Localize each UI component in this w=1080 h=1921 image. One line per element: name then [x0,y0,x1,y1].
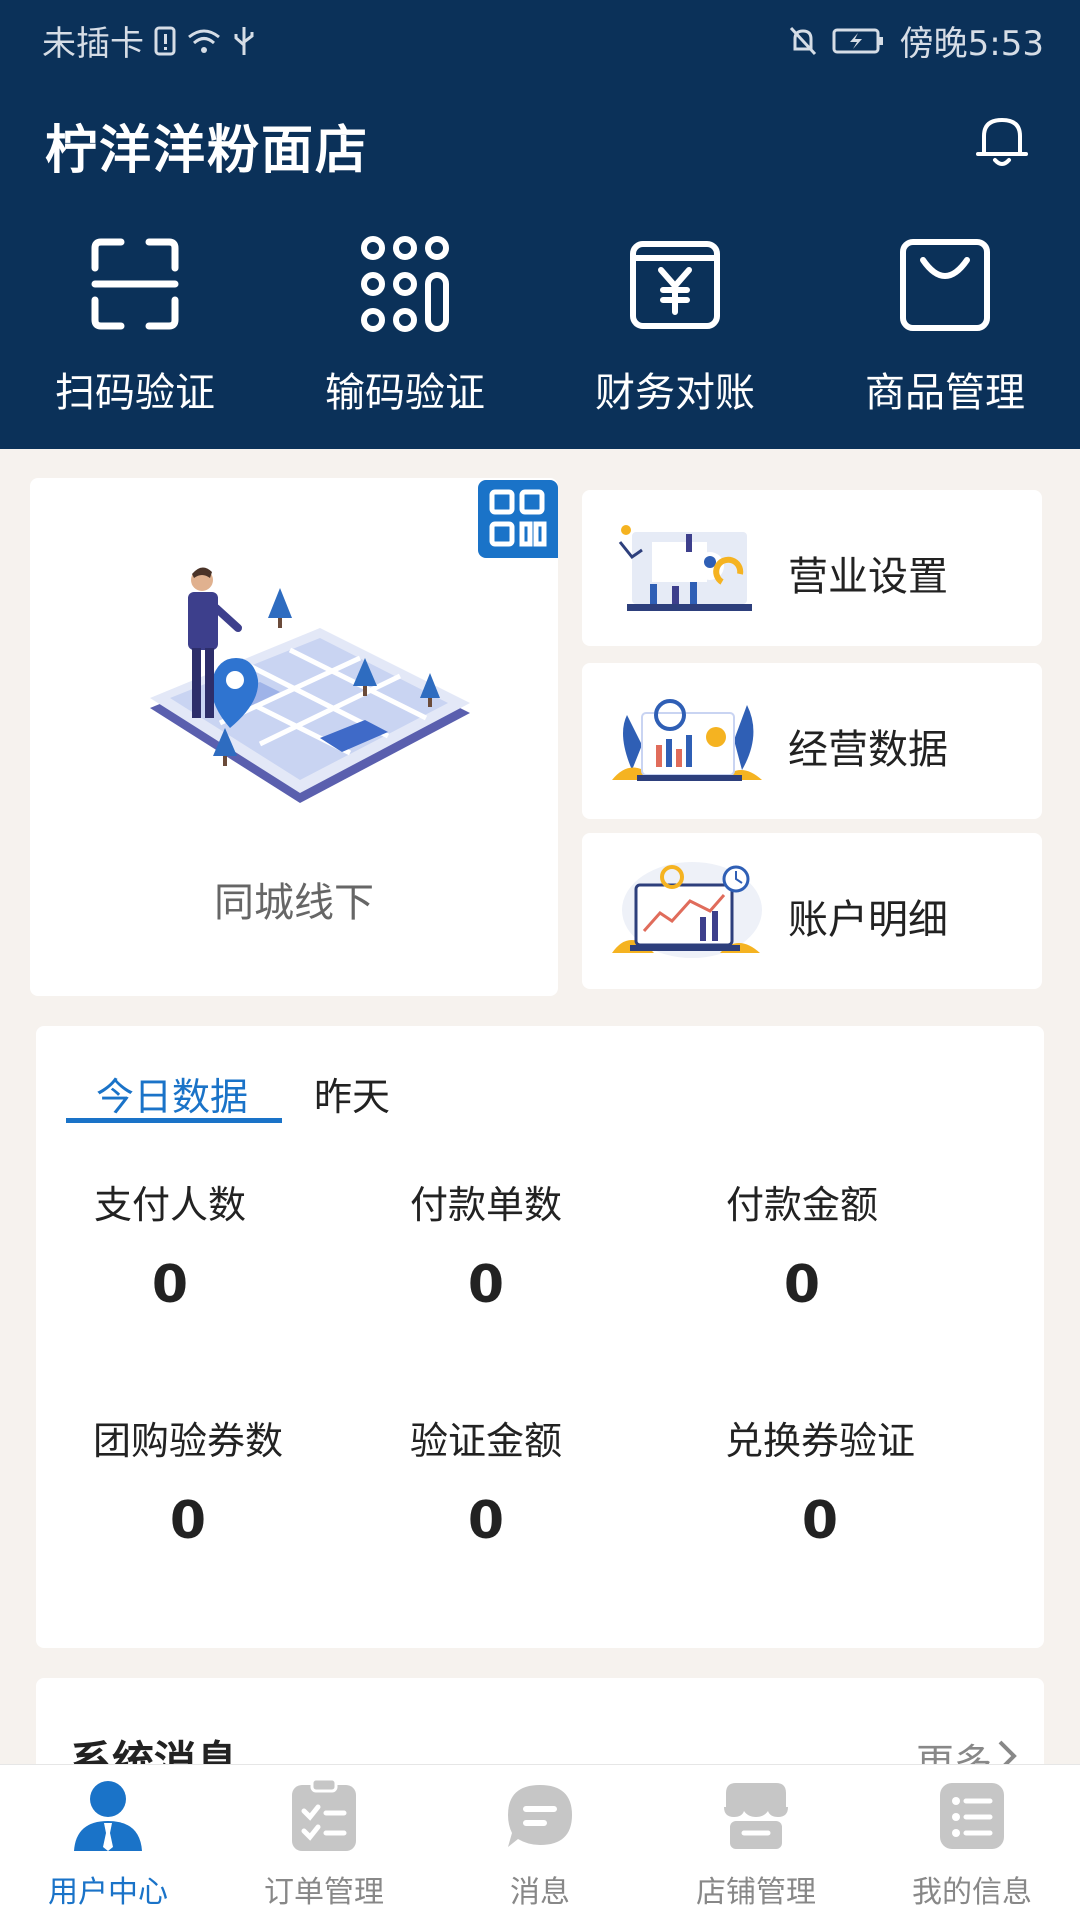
nav-user-center[interactable]: 用户中心 [0,1765,216,1921]
stat-label: 支付人数 [93,1183,246,1227]
scan-icon [91,238,179,330]
stat-value: 0 [467,1491,505,1551]
stat-value: 0 [801,1491,839,1551]
quick-scan-verify[interactable]: 扫码验证 [35,234,235,418]
offline-city-card[interactable]: 同城线下 [30,478,558,996]
nav-order-management-label: 订单管理 [264,1875,384,1910]
store-icon [724,1783,788,1849]
status-time: 傍晚5:53 [899,24,1044,64]
business-data-illustration [612,699,762,781]
offline-city-label: 同城线下 [214,880,374,926]
business-settings-card[interactable]: 营业设置 [582,490,1042,646]
tab-yesterday[interactable]: 昨天 [314,1066,390,1121]
chat-bubble-icon [508,1785,572,1847]
account-details-card[interactable]: 账户明细 [582,833,1042,989]
quick-scan-verify-label: 扫码验证 [55,370,215,416]
yuan-wallet-icon [630,241,720,329]
business-settings-label: 营业设置 [788,554,948,600]
qr-code-button[interactable] [478,480,558,558]
keypad-icon [361,236,449,332]
bottom-navigation: 用户中心 订单管理 消息 店铺管理 我的信息 [0,1764,1080,1921]
quick-product-manage[interactable]: 商品管理 [845,234,1045,418]
stat-payers: 支付人数 0 [70,1174,270,1315]
notification-bell-icon[interactable] [970,108,1034,172]
map-location-illustration [150,567,470,803]
stat-value: 0 [169,1491,207,1551]
quick-finance-reconcile-label: 财务对账 [595,370,755,416]
wifi-icon [188,29,220,53]
mute-bell-icon [789,26,816,55]
stat-verified-amount: 验证金额 0 [386,1410,586,1551]
nav-user-center-label: 用户中心 [48,1875,168,1910]
shopping-bag-icon [900,239,990,331]
stat-label: 团购验券数 [92,1419,283,1463]
business-data-label: 经营数据 [788,727,948,773]
stat-label: 付款单数 [409,1183,562,1227]
quick-finance-reconcile[interactable]: 财务对账 [575,234,775,418]
nav-my-info-label: 我的信息 [912,1875,1032,1910]
stats-card: 今日数据 昨天 支付人数 0 付款单数 0 付款金额 0 团购验券数 0 验证金… [36,1026,1044,1648]
status-bar: 未插卡 傍晚5:53 [0,0,1080,76]
business-settings-illustration [618,525,752,611]
stat-group-vouchers: 团购验券数 0 [70,1410,306,1551]
user-icon [74,1781,142,1851]
app-header: 未插卡 傍晚5:53 柠洋洋粉面店 扫码验证 输码验证 财务对账 商品管理 [0,0,1080,449]
nav-order-management[interactable]: 订单管理 [216,1765,432,1921]
stat-value: 0 [467,1255,505,1315]
nav-store-management[interactable]: 店铺管理 [648,1765,864,1921]
active-tab-indicator [66,1118,282,1123]
carrier-text: 未插卡 [42,24,144,64]
stat-label: 验证金额 [409,1419,562,1463]
nav-messages-label: 消息 [510,1875,570,1910]
usb-icon [234,26,254,55]
stat-value: 0 [151,1255,189,1315]
account-details-label: 账户明细 [788,897,948,943]
sim-alert-icon [154,26,176,55]
quick-product-manage-label: 商品管理 [865,370,1025,416]
nav-store-management-label: 店铺管理 [696,1875,816,1910]
store-name: 柠洋洋粉面店 [45,121,370,181]
quick-code-verify-label: 输码验证 [325,370,485,416]
qr-code-icon [489,489,547,547]
stat-label: 兑换券验证 [724,1419,915,1463]
nav-my-info[interactable]: 我的信息 [864,1765,1080,1921]
clipboard-icon [292,1777,356,1851]
stat-value: 0 [783,1255,821,1315]
nav-messages[interactable]: 消息 [432,1765,648,1921]
account-details-illustration [612,862,762,958]
list-icon [940,1783,1004,1849]
quick-code-verify[interactable]: 输码验证 [305,234,505,418]
stat-label: 付款金额 [725,1183,878,1227]
stat-payment-amount: 付款金额 0 [702,1174,902,1315]
business-data-card[interactable]: 经营数据 [582,663,1042,819]
battery-charging-icon [832,28,883,53]
stat-paid-orders: 付款单数 0 [386,1174,586,1315]
tab-today[interactable]: 今日数据 [96,1066,248,1121]
stat-exchange-vouchers: 兑换券验证 0 [702,1410,938,1551]
